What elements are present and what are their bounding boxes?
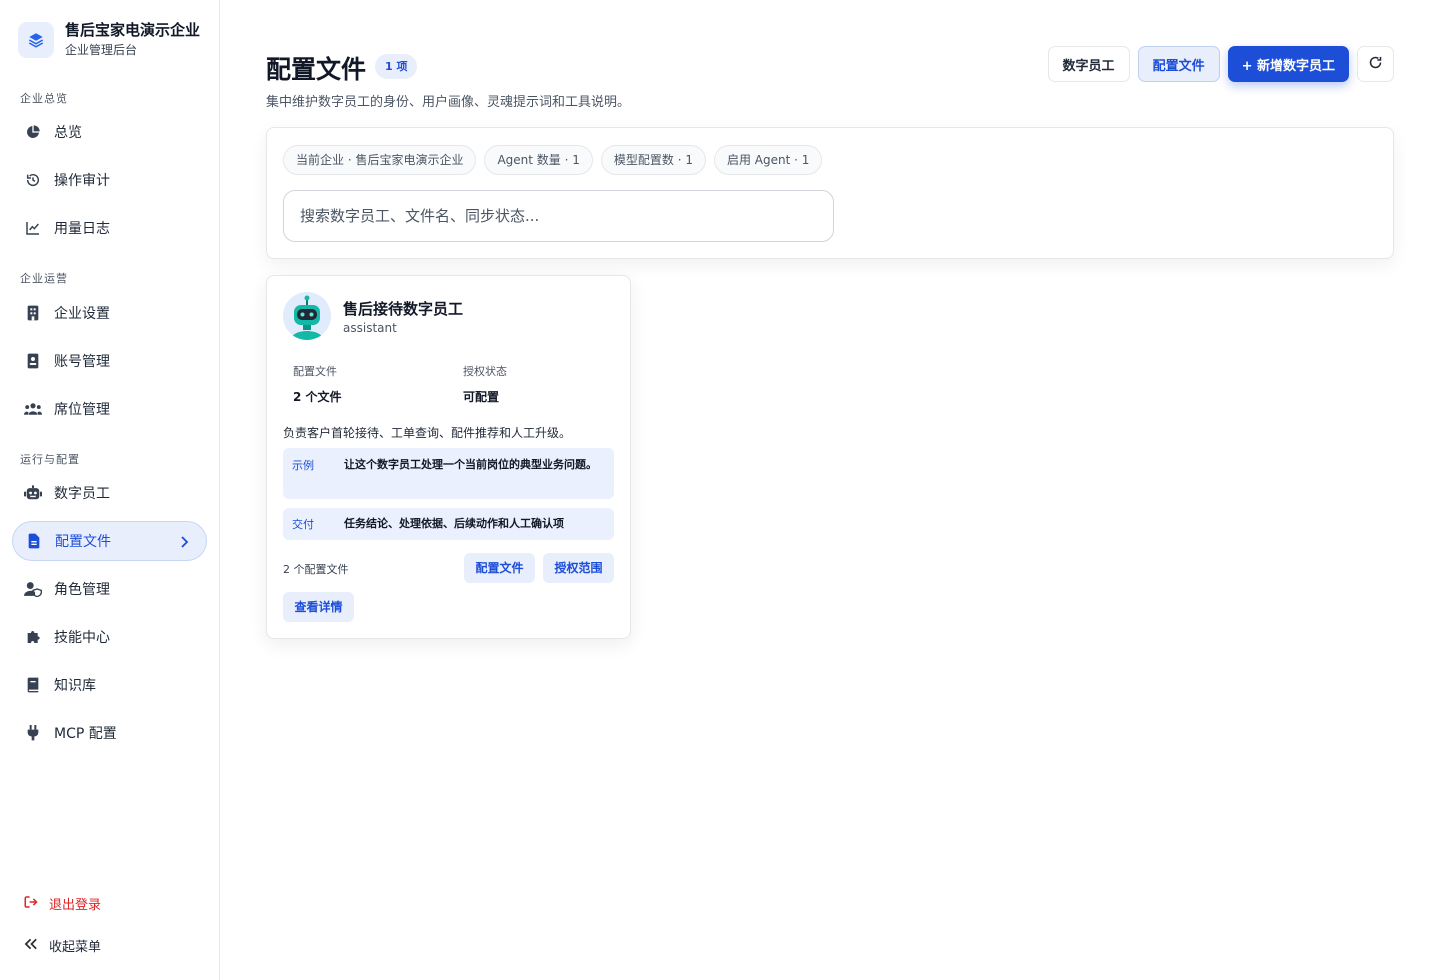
sidebar-item-label: 数字员工 <box>54 486 110 502</box>
add-digital-staff-button[interactable]: + 新增数字员工 <box>1227 46 1349 82</box>
example-text: 让这个数字员工处理一个当前岗位的典型业务问题。 <box>344 458 597 471</box>
chip-enabled-agents: 启用 Agent · 1 <box>713 145 823 175</box>
digital-staff-button[interactable]: 数字员工 <box>1047 46 1130 82</box>
meta-value: 2 个文件 <box>293 390 342 404</box>
refresh-button[interactable] <box>1357 46 1394 82</box>
collapse-menu-label: 收起菜单 <box>49 940 102 955</box>
count-badge: 1 项 <box>375 54 418 79</box>
sidebar-item-roles[interactable]: 角色管理 <box>12 569 207 609</box>
sidebar-item-mcp[interactable]: MCP 配置 <box>12 713 207 753</box>
top-actions: 数字员工 配置文件 + 新增数字员工 <box>1047 46 1394 82</box>
sidebar: 售后宝家电演示企业 企业管理后台 企业总览 总览 操作审计 用量日志 企业运营 … <box>0 0 220 980</box>
collapse-menu-button[interactable]: 收起菜单 <box>24 936 101 955</box>
users-icon <box>24 400 42 418</box>
deliver-text: 任务结论、处理依据、后续动作和人工确认项 <box>344 517 564 530</box>
chip-current-enterprise: 当前企业 · 售后宝家电演示企业 <box>283 145 477 175</box>
book-icon <box>24 676 42 694</box>
sidebar-item-label: 账号管理 <box>54 354 110 370</box>
file-icon <box>25 532 43 550</box>
meta-config-files: 配置文件 2 个文件 <box>293 363 342 405</box>
user-shield-icon <box>24 580 42 598</box>
puzzle-icon <box>24 628 42 646</box>
sidebar-item-label: 用量日志 <box>54 221 110 237</box>
sidebar-item-label: 席位管理 <box>54 402 110 418</box>
meta-key: 授权状态 <box>463 365 507 378</box>
logout-label: 退出登录 <box>49 898 102 913</box>
sidebar-item-accounts[interactable]: 账号管理 <box>12 341 207 381</box>
auth-scope-button[interactable]: 授权范围 <box>543 553 614 583</box>
plug-icon <box>24 724 42 742</box>
line-chart-icon <box>24 219 42 237</box>
card-description: 负责客户首轮接待、工单查询、配件推荐和人工升级。 <box>283 426 572 440</box>
double-chevron-left-icon <box>24 936 39 955</box>
sidebar-item-label: 操作审计 <box>54 173 110 189</box>
chip-model-config-count: 模型配置数 · 1 <box>600 145 706 175</box>
sidebar-item-label: 技能中心 <box>54 630 110 646</box>
brand: 售后宝家电演示企业 企业管理后台 <box>18 20 200 59</box>
view-details-button[interactable]: 查看详情 <box>283 592 354 622</box>
example-label: 示例 <box>292 459 314 472</box>
card-subtitle: assistant <box>343 321 397 335</box>
chip-agent-count: Agent 数量 · 1 <box>484 145 593 175</box>
sidebar-item-usage-log[interactable]: 用量日志 <box>12 208 207 248</box>
deliver-box: 交付 任务结论、处理依据、后续动作和人工确认项 <box>283 508 614 540</box>
brand-subtitle: 企业管理后台 <box>65 43 138 57</box>
sidebar-item-label: MCP 配置 <box>54 726 117 742</box>
sidebar-item-knowledge-base[interactable]: 知识库 <box>12 665 207 705</box>
example-box: 示例 让这个数字员工处理一个当前岗位的典型业务问题。 <box>283 448 614 499</box>
meta-value: 可配置 <box>463 390 500 404</box>
search-input[interactable]: 搜索数字员工、文件名、同步状态... <box>283 190 834 242</box>
config-files-card-button[interactable]: 配置文件 <box>464 553 535 583</box>
logout-button[interactable]: 退出登录 <box>24 894 101 913</box>
layers-logo-icon <box>18 21 54 58</box>
sidebar-item-label: 配置文件 <box>55 534 111 550</box>
robot-icon <box>24 484 42 502</box>
sidebar-item-label: 企业设置 <box>54 306 110 322</box>
page-title: 配置文件 <box>266 55 367 84</box>
page-description: 集中维护数字员工的身份、用户画像、灵魂提示词和工具说明。 <box>266 95 631 110</box>
chevron-right-icon <box>178 534 190 553</box>
card-title: 售后接待数字员工 <box>343 300 464 318</box>
nav-section-overview: 企业总览 <box>20 92 68 105</box>
pie-chart-icon <box>24 123 42 141</box>
nav-section-operations: 企业运营 <box>20 272 68 285</box>
sidebar-item-label: 知识库 <box>54 678 96 694</box>
sidebar-item-overview[interactable]: 总览 <box>12 112 207 152</box>
sidebar-item-label: 总览 <box>54 125 82 141</box>
id-card-icon <box>24 352 42 370</box>
deliver-label: 交付 <box>292 518 314 531</box>
refresh-icon <box>1368 55 1383 74</box>
stat-chips: 当前企业 · 售后宝家电演示企业 Agent 数量 · 1 模型配置数 · 1 … <box>283 145 830 175</box>
files-count: 2 个配置文件 <box>283 563 349 576</box>
logout-icon <box>24 894 39 913</box>
sidebar-item-enterprise-settings[interactable]: 企业设置 <box>12 293 207 333</box>
config-files-button[interactable]: 配置文件 <box>1137 46 1220 82</box>
sidebar-item-audit[interactable]: 操作审计 <box>12 160 207 200</box>
sidebar-item-skills[interactable]: 技能中心 <box>12 617 207 657</box>
history-icon <box>24 171 42 189</box>
nav-section-runtime: 运行与配置 <box>20 453 80 466</box>
agent-card: 售后接待数字员工 assistant 配置文件 2 个文件 授权状态 可配置 负… <box>266 275 631 639</box>
meta-auth-status: 授权状态 可配置 <box>463 363 507 405</box>
sidebar-item-seats[interactable]: 席位管理 <box>12 389 207 429</box>
building-icon <box>24 304 42 322</box>
brand-name: 售后宝家电演示企业 <box>65 21 201 39</box>
filter-panel: 当前企业 · 售后宝家电演示企业 Agent 数量 · 1 模型配置数 · 1 … <box>266 127 1394 259</box>
sidebar-item-digital-staff[interactable]: 数字员工 <box>12 473 207 513</box>
sidebar-item-label: 角色管理 <box>54 582 110 598</box>
sidebar-item-config-files[interactable]: 配置文件 <box>12 521 207 561</box>
robot-avatar <box>283 292 331 340</box>
meta-key: 配置文件 <box>293 365 337 378</box>
